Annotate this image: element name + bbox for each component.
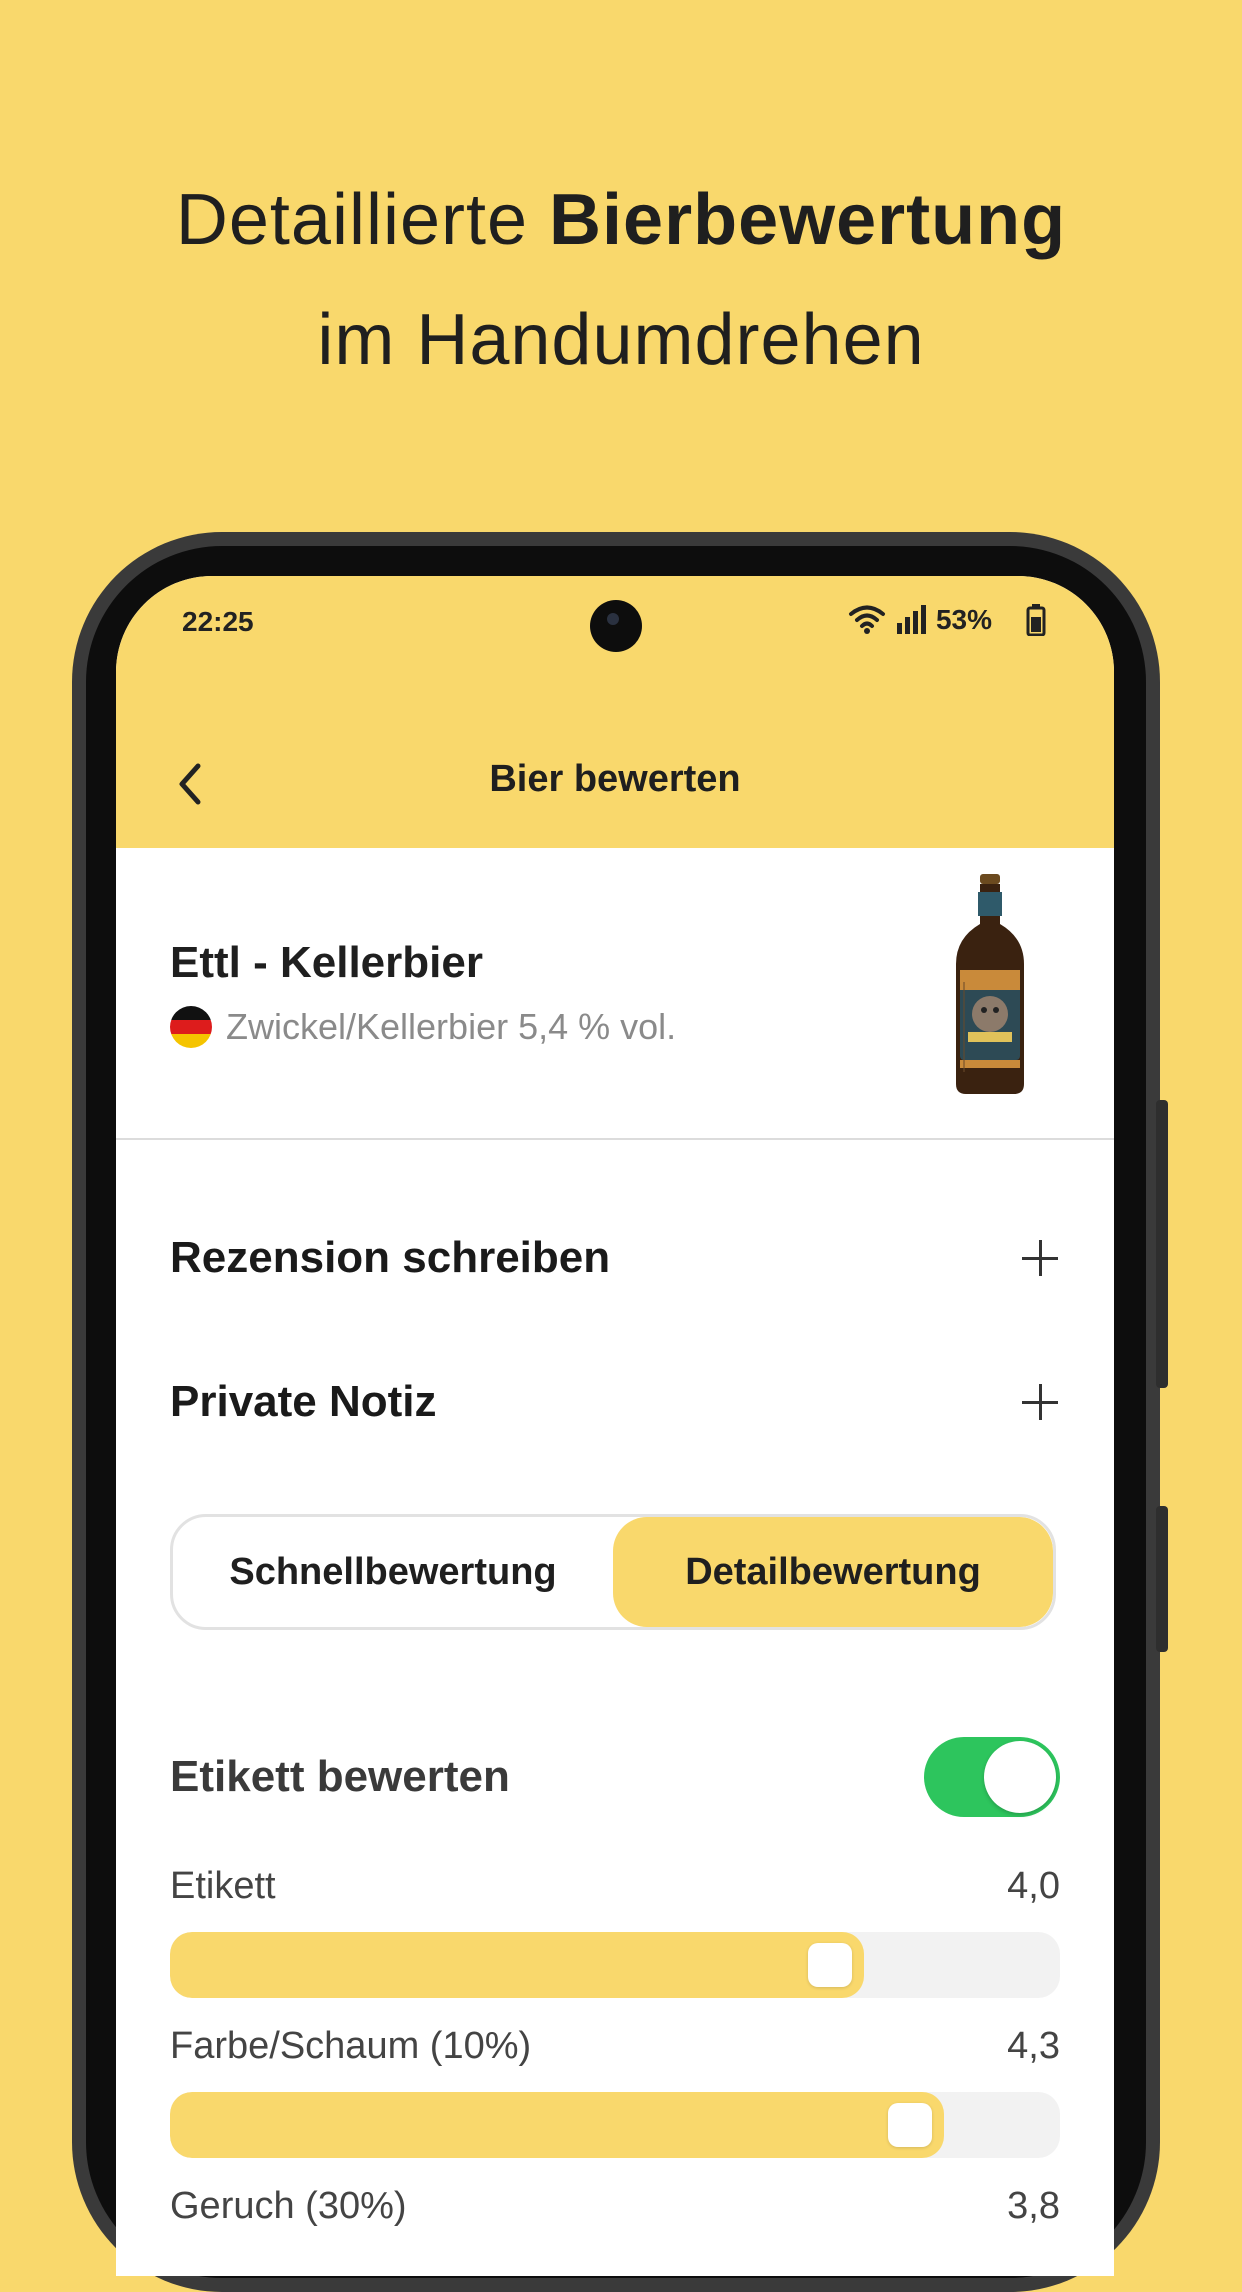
private-note-row[interactable]: Private Notiz xyxy=(170,1362,1060,1442)
divider xyxy=(116,1138,1114,1140)
slider-head: Etikett 4,0 xyxy=(170,1858,1060,1914)
app-screen: 22:25 53% Bier bewerten Ettl - Kellerbie… xyxy=(116,576,1114,2276)
tab-detail-rating[interactable]: Detailbewertung xyxy=(613,1517,1053,1627)
beer-name: Ettl - Kellerbier xyxy=(170,938,483,987)
beer-meta: Zwickel/Kellerbier 5,4 % vol. xyxy=(170,1006,676,1048)
signal-icon xyxy=(896,605,926,634)
toggle-knob xyxy=(984,1741,1056,1813)
slider-title: Farbe/Schaum (10%) xyxy=(170,2024,532,2067)
headline-bold: Bierbewertung xyxy=(549,180,1067,260)
slider-color-foam: Farbe/Schaum (10%) 4,3 xyxy=(170,2018,1060,2158)
slider-thumb[interactable] xyxy=(888,2103,932,2147)
headline-line-2: im Handumdrehen xyxy=(317,300,925,380)
slider-fill xyxy=(170,2092,944,2158)
slider-title: Etikett xyxy=(170,1864,276,1907)
battery-icon xyxy=(1026,604,1046,636)
beer-card[interactable]: Ettl - Kellerbier Zwickel/Kellerbier 5,4… xyxy=(116,848,1114,1138)
page-title: Bier bewerten xyxy=(489,758,741,800)
headline-line-1: Detaillierte Bierbewertung xyxy=(0,160,1242,280)
beer-bottle-image xyxy=(956,874,1024,1094)
slider-smell: Geruch (30%) 3,8 xyxy=(170,2178,1060,2234)
germany-flag-icon xyxy=(170,1006,212,1048)
private-note-label: Private Notiz xyxy=(170,1377,437,1426)
slider-value: 3,8 xyxy=(1007,2184,1060,2227)
plus-icon[interactable] xyxy=(1020,1238,1060,1278)
slider-thumb[interactable] xyxy=(808,1943,852,1987)
status-icons: 53% xyxy=(848,600,1054,640)
slider-value: 4,0 xyxy=(1007,1864,1060,1907)
status-time: 22:25 xyxy=(182,606,254,637)
phone-volume-button xyxy=(1156,1100,1168,1388)
top-bar: 22:25 53% Bier bewerten xyxy=(116,576,1114,848)
slider-track[interactable] xyxy=(170,1932,1060,1998)
wifi-icon xyxy=(848,605,885,634)
battery-percent: 53% xyxy=(935,604,992,635)
write-review-row[interactable]: Rezension schreiben xyxy=(170,1218,1060,1298)
plus-icon[interactable] xyxy=(1020,1382,1060,1422)
slider-value: 4,3 xyxy=(1007,2024,1060,2067)
rating-mode-segmented-control: Schnellbewertung Detailbewertung xyxy=(170,1514,1056,1630)
slider-title: Geruch (30%) xyxy=(170,2184,407,2227)
slider-label: Etikett 4,0 xyxy=(170,1858,1060,1998)
slider-head: Farbe/Schaum (10%) 4,3 xyxy=(170,2018,1060,2074)
headline-regular: Detaillierte xyxy=(175,180,550,260)
rate-label-row: Etikett bewerten xyxy=(170,1732,1060,1822)
write-review-label: Rezension schreiben xyxy=(170,1233,611,1282)
slider-track[interactable] xyxy=(170,2092,1060,2158)
tab-quick-rating[interactable]: Schnellbewertung xyxy=(173,1517,613,1627)
rate-label-toggle[interactable] xyxy=(924,1737,1060,1817)
front-camera xyxy=(590,600,642,652)
slider-head: Geruch (30%) 3,8 xyxy=(170,2178,1060,2234)
headline: Detaillierte Bierbewertung im Handumdreh… xyxy=(0,160,1242,400)
slider-fill xyxy=(170,1932,864,1998)
beer-style-abv: Zwickel/Kellerbier 5,4 % vol. xyxy=(226,1006,677,1047)
rate-label-label: Etikett bewerten xyxy=(170,1752,510,1801)
phone-power-button xyxy=(1156,1506,1168,1652)
